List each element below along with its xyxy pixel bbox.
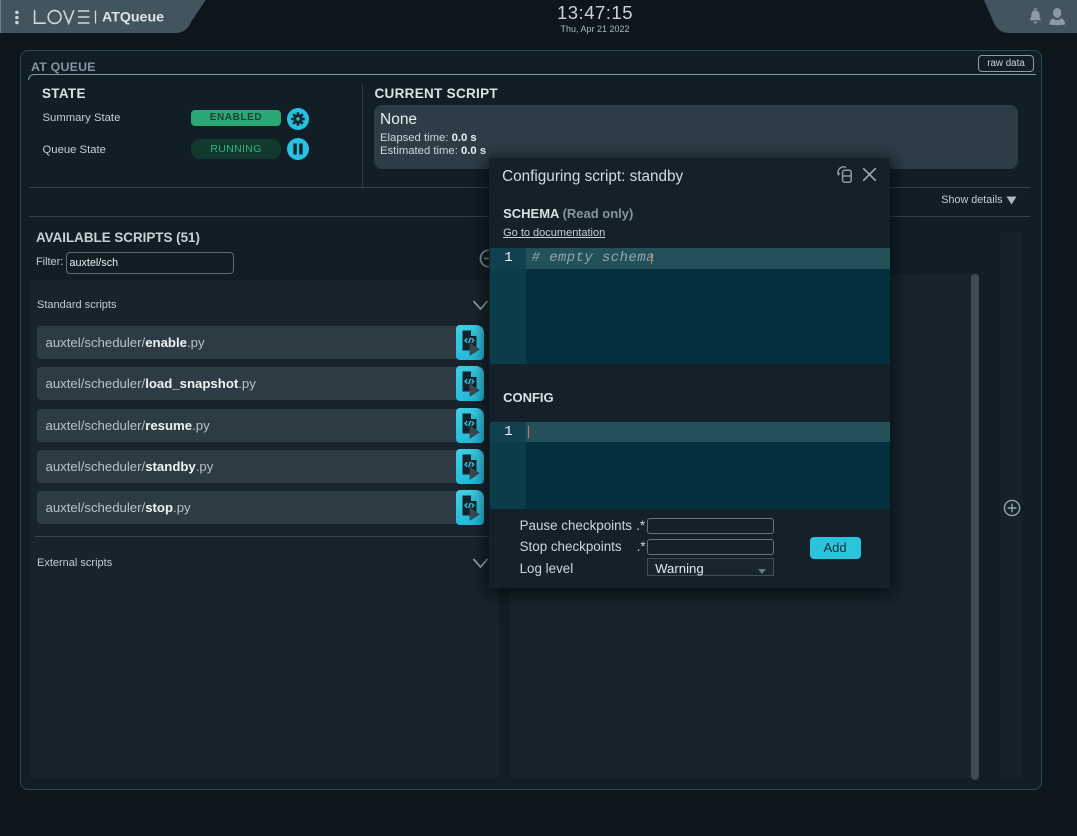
svg-text:ATQueue: ATQueue bbox=[102, 10, 164, 26]
